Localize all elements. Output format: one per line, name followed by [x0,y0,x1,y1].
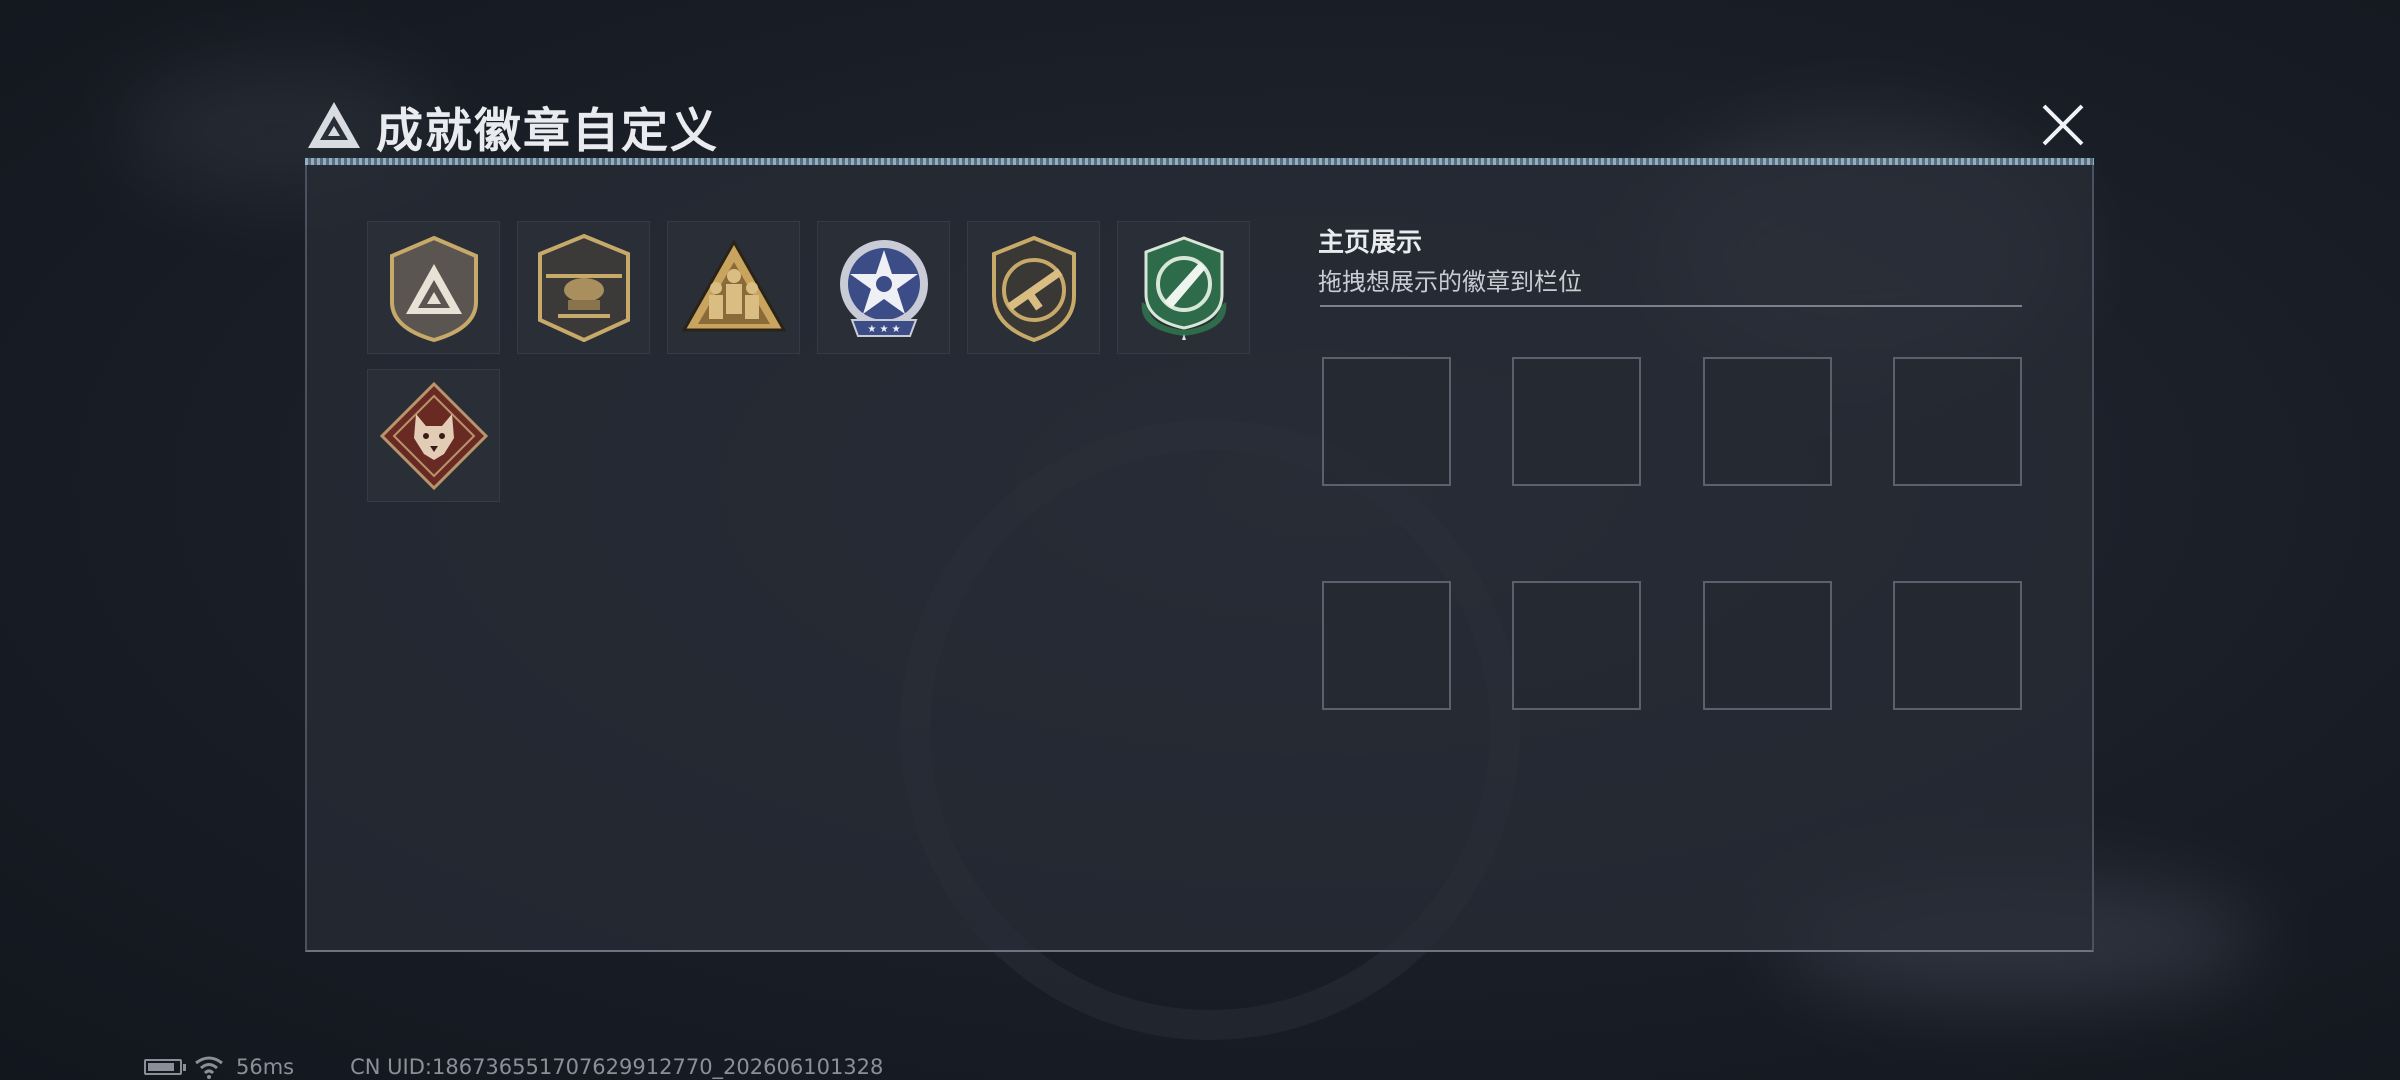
badge-slot-8[interactable] [1893,581,2022,710]
status-bar: 56ms CN UID:1867365517076299127​70_20260… [144,1055,883,1079]
green-knife-icon [1141,235,1226,340]
panel-top-border [305,158,2094,165]
badge-slot-5[interactable] [1322,581,1451,710]
divider [1320,305,2022,307]
display-section-hint: 拖拽想展示的徽章到栏位 [1318,268,1582,296]
badge-slot-4[interactable] [1893,357,2022,486]
wolf-diamond-badge[interactable] [367,369,500,502]
soldiers-triangle-icon [680,238,787,331]
rifle-shield-badge[interactable] [967,221,1100,354]
page-title: 成就徽章自定义 [376,103,719,159]
green-knife-badge[interactable] [1117,221,1250,354]
window-title-bar: 成就徽章自定义 [306,92,719,160]
badge-slot-2[interactable] [1512,357,1641,486]
wolf-diamond-icon [379,381,488,490]
badge-slot-7[interactable] [1703,581,1832,710]
triangle-shield-badge[interactable] [367,221,500,354]
rifle-shield-icon [991,235,1076,342]
helicopter-shield-badge[interactable] [517,221,650,354]
star-medal-badge[interactable]: ★ ★ ★ [817,221,950,354]
display-section-title: 主页展示 [1318,228,1423,258]
helicopter-shield-icon [537,233,630,342]
wifi-icon [195,1056,223,1079]
ping-value: 56ms [236,1055,295,1079]
close-icon[interactable] [2038,100,2088,150]
badge-slot-6[interactable] [1512,581,1641,710]
battery-icon [144,1059,186,1075]
star-medal-icon: ★ ★ ★ [839,239,928,337]
triangle-shield-icon [389,235,478,342]
user-uid: CN UID:1867365517076299127​70_2026061013… [350,1055,884,1079]
badge-slot-1[interactable] [1322,357,1451,486]
badge-slot-3[interactable] [1703,357,1832,486]
svg-text:★ ★ ★: ★ ★ ★ [867,324,900,335]
triangle-logo-icon [308,102,360,148]
soldiers-triangle-badge[interactable] [667,221,800,354]
